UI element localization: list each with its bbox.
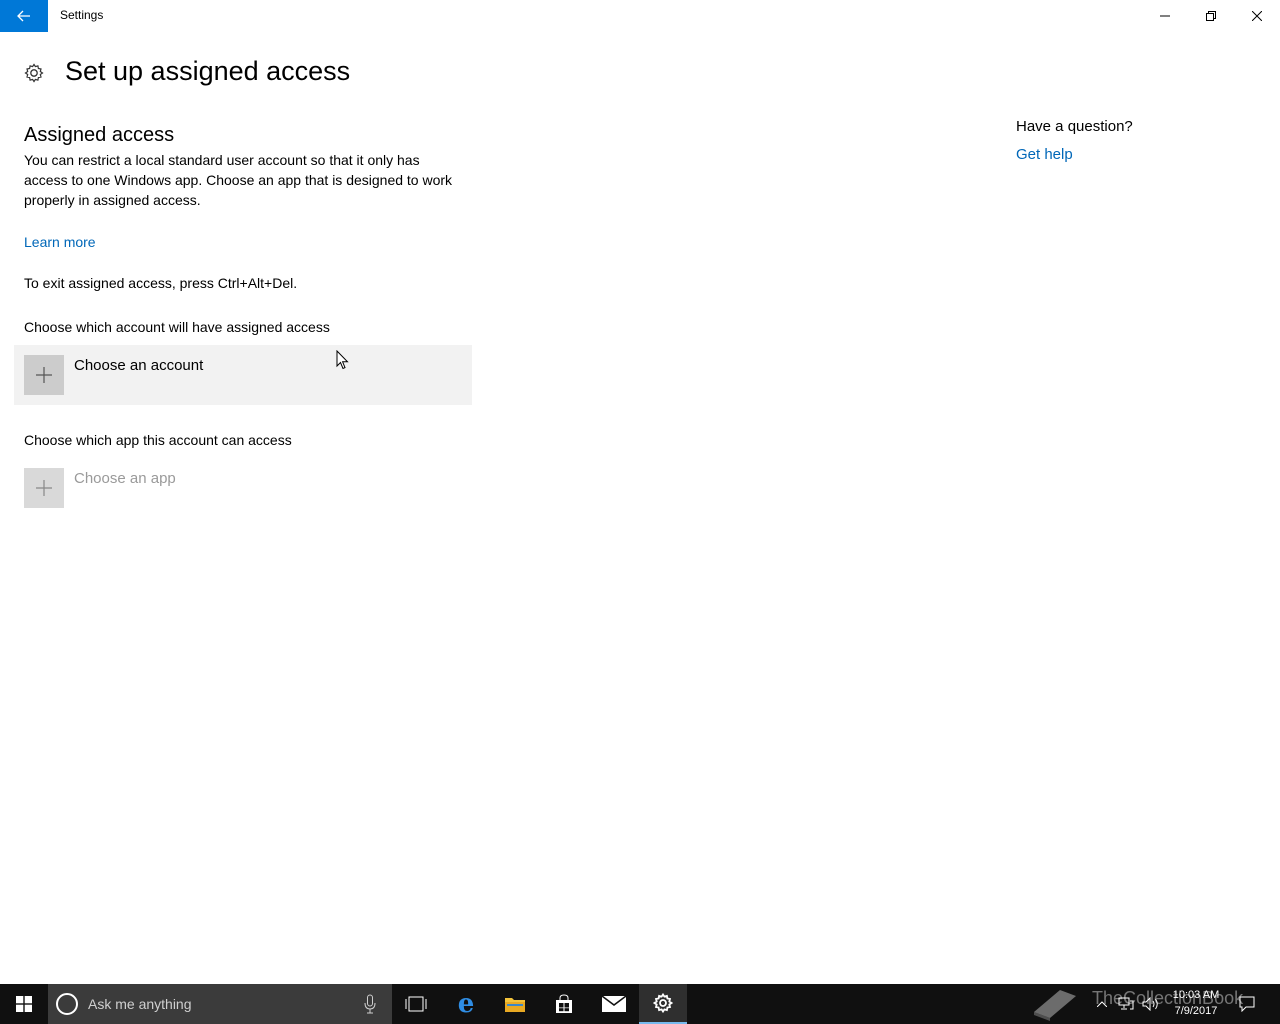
taskbar: Ask me anything e TheCollectionBook 10:0… [0, 984, 1280, 1024]
watermark-book-icon [1034, 990, 1076, 1021]
windows-logo-icon [16, 996, 32, 1012]
choose-app-label: Choose an app [74, 470, 176, 487]
notification-icon [1239, 996, 1255, 1012]
choose-app-button[interactable]: Choose an app [24, 468, 324, 508]
restore-icon [1206, 11, 1216, 21]
section-title: Assigned access [24, 124, 175, 146]
settings-gear-icon [653, 993, 673, 1013]
choose-account-button[interactable]: Choose an account [14, 345, 472, 405]
network-button[interactable] [1116, 984, 1136, 1024]
mail-button[interactable] [590, 984, 638, 1024]
store-bag-icon [556, 994, 572, 1013]
cortana-search-box[interactable]: Ask me anything [48, 984, 392, 1024]
settings-taskbar-button[interactable] [639, 984, 687, 1024]
exit-note: To exit assigned access, press Ctrl+Alt+… [24, 275, 298, 291]
mail-icon [602, 996, 626, 1012]
app-title: Settings [60, 8, 104, 22]
search-placeholder: Ask me anything [88, 996, 192, 1012]
show-hidden-icons-button[interactable] [1092, 984, 1112, 1024]
restore-button[interactable] [1188, 0, 1234, 32]
clock[interactable]: 10:03 AM 7/9/2017 [1168, 987, 1224, 1019]
app-label: Choose which app this account can access [24, 432, 292, 448]
plus-icon [36, 367, 52, 383]
microphone-icon[interactable] [364, 994, 376, 1014]
task-view-button[interactable] [392, 984, 440, 1024]
add-app-tile [24, 468, 64, 508]
close-icon [1252, 11, 1262, 21]
title-bar: Settings [0, 0, 1280, 32]
account-label: Choose which account will have assigned … [24, 319, 330, 335]
clock-date: 7/9/2017 [1174, 1005, 1218, 1017]
edge-button[interactable]: e [442, 984, 490, 1024]
network-icon [1118, 997, 1134, 1010]
help-question: Have a question? [1016, 118, 1133, 135]
minimize-button[interactable] [1142, 0, 1188, 32]
clock-time: 10:03 AM [1172, 989, 1220, 1001]
back-button[interactable] [0, 0, 48, 32]
file-explorer-button[interactable] [491, 984, 539, 1024]
action-center-button[interactable] [1234, 984, 1260, 1024]
plus-icon [36, 480, 52, 496]
store-button[interactable] [540, 984, 588, 1024]
description: You can restrict a local standard user a… [24, 152, 453, 208]
volume-icon [1142, 997, 1158, 1011]
choose-account-label: Choose an account [74, 357, 204, 374]
minimize-icon [1160, 15, 1170, 17]
edge-icon: e [457, 989, 475, 1019]
volume-button[interactable] [1140, 984, 1162, 1024]
cortana-icon [56, 993, 78, 1015]
get-help-link[interactable]: Get help [1016, 146, 1073, 163]
task-view-icon [405, 996, 427, 1012]
close-button[interactable] [1234, 0, 1280, 32]
page-header [24, 56, 44, 90]
learn-more-link[interactable]: Learn more [24, 234, 96, 250]
back-arrow-icon [17, 10, 30, 22]
mouse-cursor-icon [336, 350, 349, 370]
page-title: Set up assigned access [65, 56, 351, 86]
start-button[interactable] [0, 984, 48, 1024]
gear-icon [24, 63, 44, 83]
chevron-up-icon [1097, 1001, 1107, 1007]
folder-icon [505, 998, 525, 1012]
add-account-tile [24, 355, 64, 395]
